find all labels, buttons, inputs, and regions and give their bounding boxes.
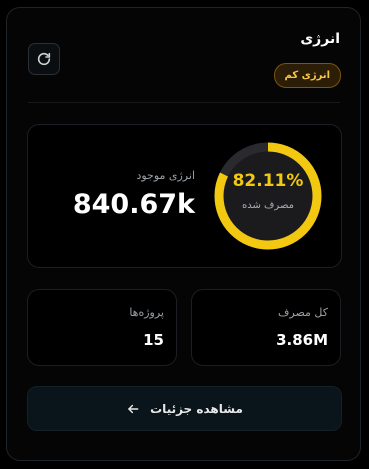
- projects-label: پروژه‌ها: [129, 306, 164, 319]
- consumption-gauge: [214, 142, 322, 250]
- refresh-button[interactable]: [28, 43, 60, 75]
- projects-panel: پروژه‌ها 15: [27, 289, 177, 366]
- refresh-icon: [37, 52, 51, 66]
- card-title: انرژی: [300, 31, 340, 47]
- low-energy-badge: انرژی کم: [273, 63, 341, 88]
- total-consumption-label: کل مصرف: [278, 306, 328, 319]
- total-consumption-value: 3.86M: [276, 331, 328, 349]
- total-consumption-panel: کل مصرف 3.86M: [191, 289, 341, 366]
- arrow-left-icon: [126, 402, 140, 416]
- projects-value: 15: [143, 331, 164, 349]
- header-divider: [28, 102, 340, 103]
- energy-summary-panel: انرژی موجود 840.67k 82.11% مصرف شده: [27, 124, 342, 268]
- available-energy-value: 840.67k: [72, 189, 195, 220]
- consumed-label: مصرف شده: [242, 200, 294, 211]
- view-details-button[interactable]: مشاهده جزئیات: [27, 386, 342, 431]
- view-details-label: مشاهده جزئیات: [150, 401, 243, 416]
- available-energy-label: انرژی موجود: [136, 169, 195, 182]
- energy-card: انرژی انرژی کم انرژی موجود 840.67k 82.11…: [6, 7, 361, 461]
- consumed-percent: 82.11%: [232, 171, 304, 191]
